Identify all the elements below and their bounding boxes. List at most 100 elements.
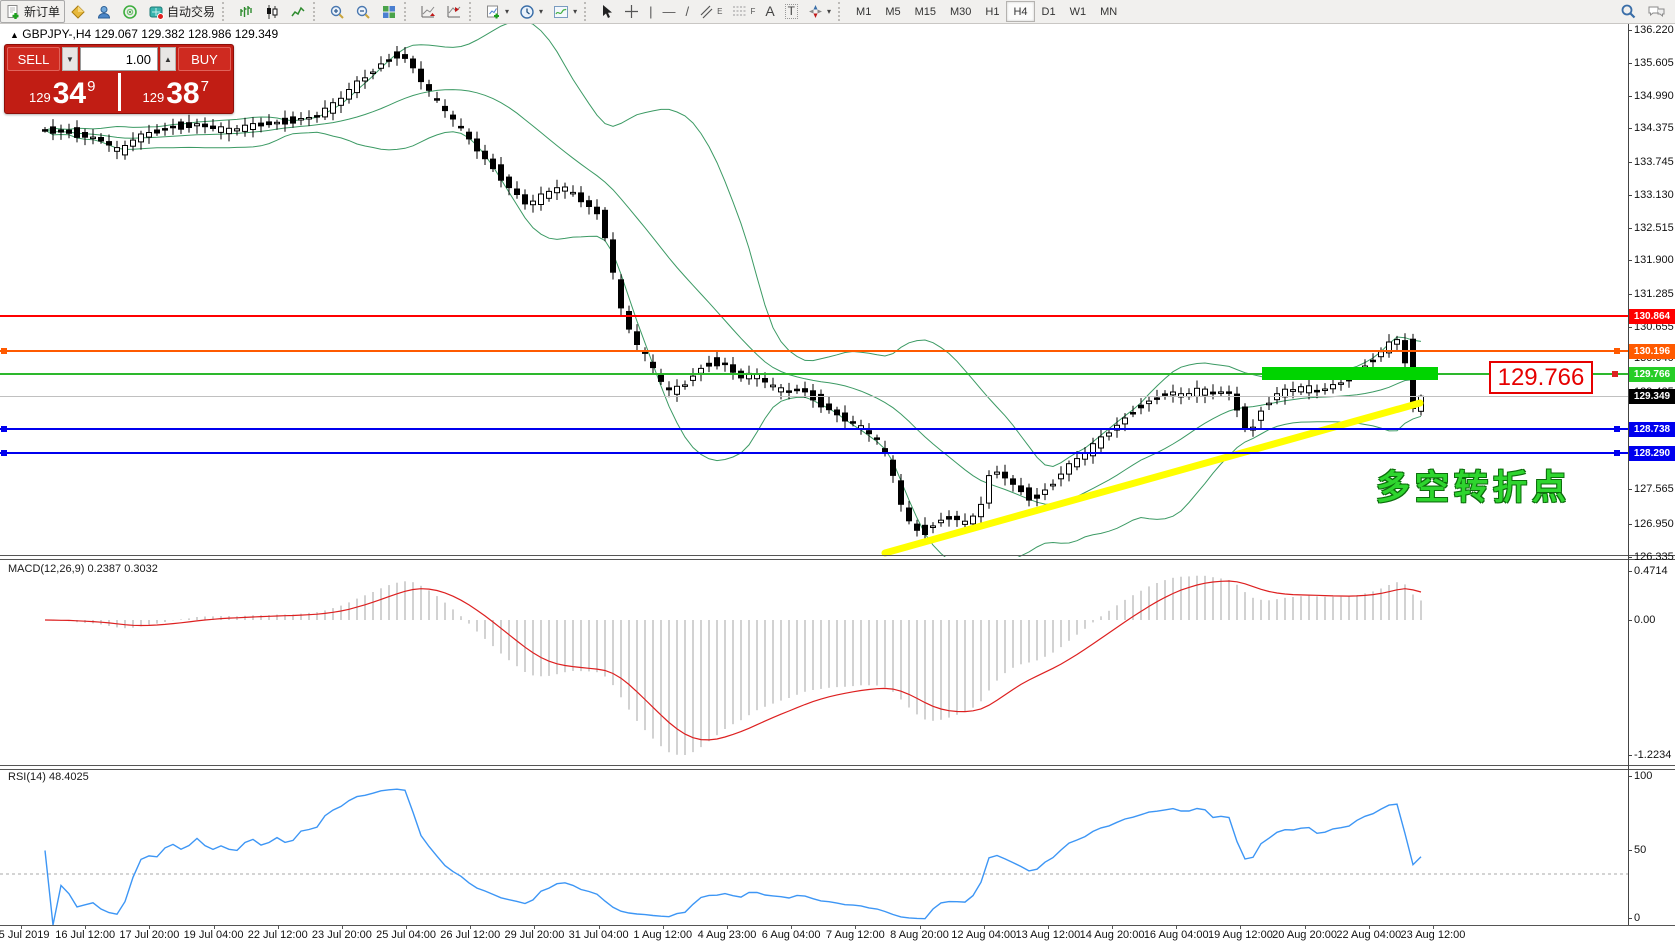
timeframe-button-mn[interactable]: MN (1093, 1, 1124, 22)
line-handle[interactable] (1, 450, 7, 456)
candle-body (1315, 390, 1320, 392)
timeframe-button-w1[interactable]: W1 (1063, 1, 1094, 22)
axis-tick-label: 136.220 (1634, 24, 1674, 36)
rsi-line (45, 789, 1421, 925)
timeframe-button-m1[interactable]: M1 (849, 1, 878, 22)
timeframe-button-m5[interactable]: M5 (878, 1, 907, 22)
channel-tool-button[interactable]: E (694, 0, 727, 23)
bar-chart-button[interactable] (233, 0, 259, 23)
volume-decrement-button[interactable]: ▼ (62, 47, 78, 71)
sell-button[interactable]: SELL (7, 47, 60, 71)
line-chart-icon (290, 4, 306, 20)
level-line-128.738[interactable] (0, 428, 1628, 430)
turning-point-annotation[interactable]: 多空转折点 (1376, 460, 1571, 509)
candle-body (1379, 352, 1384, 357)
market-watch-button[interactable] (91, 0, 117, 23)
volume-input[interactable]: 1.00 (80, 47, 158, 71)
zoom-in-button[interactable] (324, 0, 350, 23)
line-handle[interactable] (1614, 426, 1620, 432)
chevron-down-icon: ▾ (827, 7, 831, 16)
search-button[interactable] (1615, 0, 1642, 23)
buy-button[interactable]: BUY (178, 47, 231, 71)
candle-body (579, 193, 584, 202)
community-chat-button[interactable] (1642, 0, 1671, 23)
timeframe-button-d1[interactable]: D1 (1035, 1, 1063, 22)
level-line-130.196[interactable] (0, 350, 1628, 352)
timeframe-button-h4[interactable]: H4 (1006, 1, 1034, 22)
line-handle[interactable] (1, 348, 7, 354)
candle-body (1259, 411, 1264, 420)
level-line-128.290[interactable] (0, 452, 1628, 454)
fibonacci-tool-button[interactable]: F (727, 0, 760, 23)
candle-body (1171, 392, 1176, 395)
text-label-icon: T (785, 4, 798, 19)
candle-body (1211, 392, 1216, 394)
candle-body (315, 116, 320, 118)
styles-button[interactable] (65, 0, 91, 23)
candle-body (539, 194, 544, 205)
axis-tick-label: 131.285 (1634, 288, 1674, 300)
line-chart-button[interactable] (285, 0, 311, 23)
data-window-button[interactable] (117, 0, 143, 23)
arrows-tool-button[interactable]: ▾ (803, 0, 836, 23)
fibonacci-letter: F (750, 7, 755, 16)
macd-panel-separator[interactable] (0, 555, 1675, 560)
ohlc-open: 129.067 (95, 27, 138, 41)
level-line-130.864[interactable] (0, 315, 1628, 317)
timeframe-button-h1[interactable]: H1 (978, 1, 1006, 22)
timeframe-button-m15[interactable]: M15 (908, 1, 943, 22)
timeframe-button-m30[interactable]: M30 (943, 1, 978, 22)
sell-quote[interactable]: 129 34 9 (7, 73, 118, 111)
chart-area[interactable]: ▲ GBPJPY-,H4 129.067 129.382 128.986 129… (0, 24, 1675, 950)
zoom-out-button[interactable] (350, 0, 376, 23)
new-order-button[interactable]: 新订单 (0, 0, 65, 23)
chart-shift-button[interactable] (441, 0, 467, 23)
time-axis-label: 19 Aug 12:00 (1208, 929, 1273, 941)
candlestick-chart-button[interactable] (259, 0, 285, 23)
candle-body (75, 128, 80, 138)
candle-body (715, 358, 720, 366)
rsi-panel-separator[interactable] (0, 765, 1675, 770)
buy-quote[interactable]: 129 38 7 (121, 73, 232, 111)
periods-button[interactable]: ▾ (514, 0, 548, 23)
line-handle[interactable] (1614, 450, 1620, 456)
collapse-arrow-icon[interactable]: ▲ (10, 30, 19, 40)
candle-body (307, 118, 312, 120)
yellow-trendline[interactable] (885, 403, 1420, 553)
candle-body (483, 151, 488, 159)
support-highlight-zone[interactable] (1262, 367, 1438, 380)
line-handle[interactable] (1, 426, 7, 432)
candle-body (587, 201, 592, 207)
crosshair-tool-button[interactable] (619, 0, 644, 23)
auto-trading-button[interactable]: 自动交易 (143, 0, 220, 23)
rsi-value: 48.4025 (49, 771, 89, 783)
candle-body (907, 508, 912, 521)
candle-body (1243, 407, 1248, 429)
text-tool-button[interactable]: A (760, 0, 779, 23)
new-chart-icon (485, 4, 501, 20)
auto-scroll-icon (420, 4, 436, 20)
new-chart-button[interactable]: ▾ (480, 0, 514, 23)
tile-windows-button[interactable] (376, 0, 402, 23)
vertical-line-tool-button[interactable]: | (644, 0, 657, 23)
auto-scroll-button[interactable] (415, 0, 441, 23)
price-callout-box[interactable]: 129.766 (1489, 361, 1593, 394)
symbol-info-bar[interactable]: ▲ GBPJPY-,H4 129.067 129.382 128.986 129… (10, 27, 278, 41)
level-line-129.349[interactable] (0, 396, 1628, 397)
candle-body (1003, 472, 1008, 478)
toolbar-separator (584, 2, 593, 21)
text-label-tool-button[interactable]: T (780, 0, 803, 23)
volume-increment-button[interactable]: ▲ (160, 47, 176, 71)
candle-body (899, 481, 904, 505)
macd-canvas (0, 559, 1628, 765)
time-axis-label: 14 Aug 20:00 (1080, 929, 1145, 941)
line-handle[interactable] (1614, 348, 1620, 354)
candle-body (1299, 387, 1304, 392)
cursor-tool-button[interactable] (595, 0, 619, 23)
trendline-tool-button[interactable]: / (680, 0, 694, 23)
horizontal-line-tool-button[interactable]: — (657, 0, 680, 23)
candle-body (595, 207, 600, 214)
price-badge: 129.766 (1629, 367, 1675, 382)
indicators-button[interactable]: ▾ (548, 0, 582, 23)
line-handle[interactable] (1612, 371, 1618, 377)
